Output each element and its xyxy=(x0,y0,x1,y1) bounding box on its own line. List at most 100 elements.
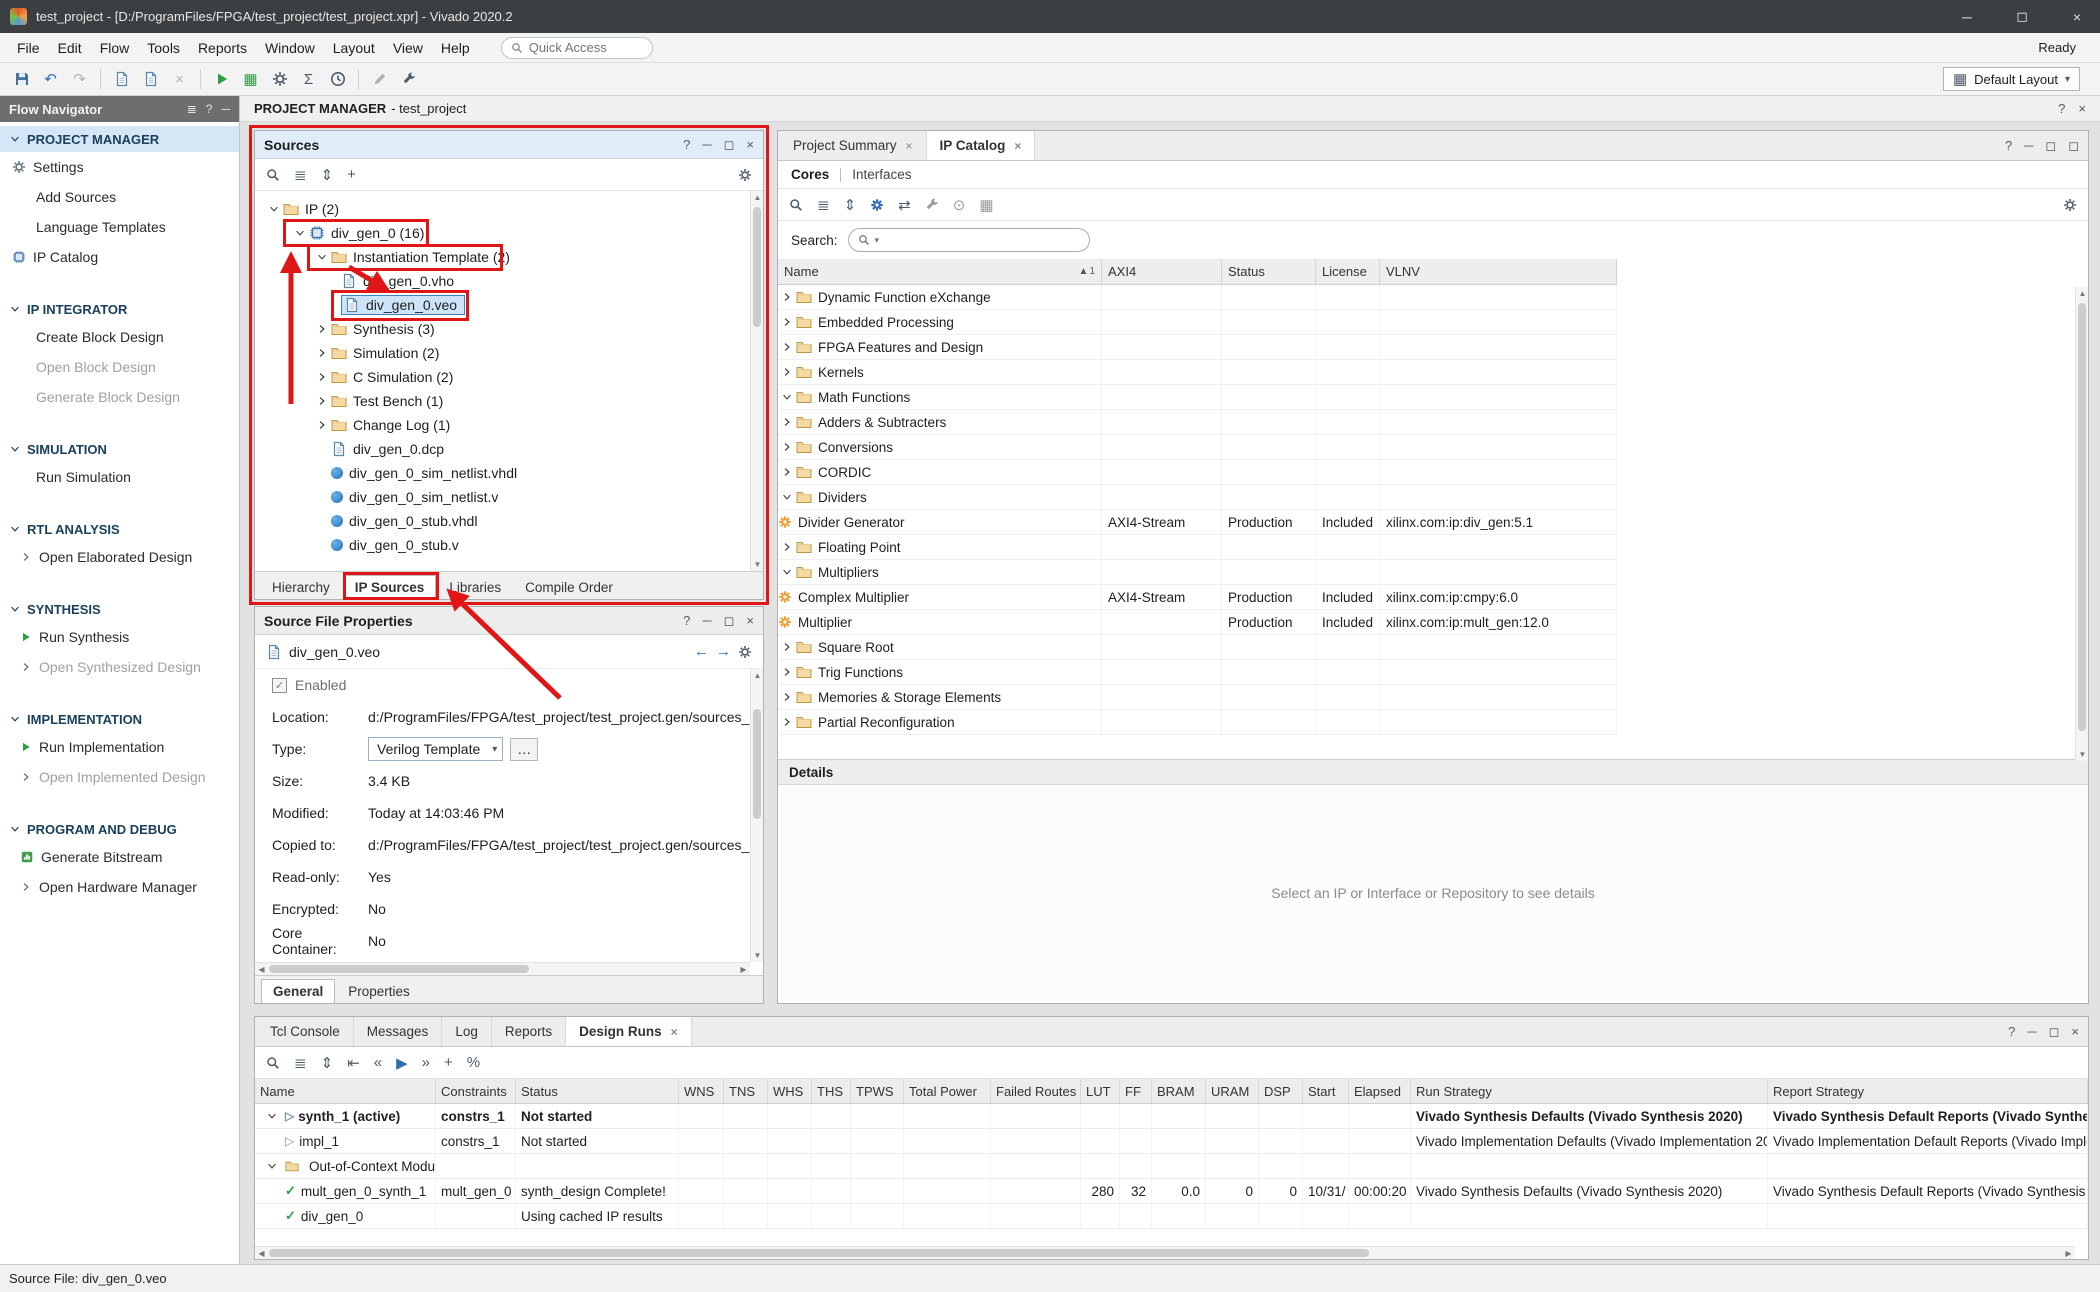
subtab-interfaces[interactable]: Interfaces xyxy=(852,167,911,182)
catalog-row-fpga-features[interactable]: FPGA Features and Design xyxy=(778,335,1617,360)
settings-button[interactable] xyxy=(266,66,293,92)
column-header[interactable]: Failed Routes xyxy=(991,1079,1081,1103)
sources-panel-header[interactable]: Sources ? ─ ◻ × xyxy=(255,131,763,159)
back-button[interactable]: ← xyxy=(694,643,709,660)
tree-row-stub-vhdl[interactable]: div_gen_0_stub.vhdl xyxy=(255,509,763,533)
column-header-name[interactable]: Name▲1 xyxy=(778,259,1102,284)
enabled-checkbox[interactable]: ✓ xyxy=(272,678,287,693)
scroll-down-icon[interactable]: ▼ xyxy=(751,558,764,571)
column-header[interactable]: Report Strategy xyxy=(1768,1079,2088,1103)
help-icon[interactable]: ? xyxy=(2005,138,2012,154)
column-header-vlnv[interactable]: VLNV xyxy=(1380,259,1617,284)
expand-all-button[interactable]: ⇕ xyxy=(321,166,334,184)
catalog-vertical-scrollbar[interactable]: ▲ ▼ xyxy=(2075,287,2088,761)
tab-messages[interactable]: Messages xyxy=(354,1017,443,1046)
column-header[interactable]: LUT xyxy=(1081,1079,1120,1103)
search-button[interactable] xyxy=(266,168,280,182)
runs-horizontal-scrollbar[interactable]: ◀ ▶ xyxy=(255,1246,2075,1259)
sort-indicator[interactable]: ▲1 xyxy=(1079,266,1095,277)
tree-row-change-log[interactable]: Change Log (1) xyxy=(255,413,763,437)
paste-button[interactable] xyxy=(137,66,164,92)
tree-row-simulation[interactable]: Simulation (2) xyxy=(255,341,763,365)
settings-button[interactable] xyxy=(2063,198,2077,212)
properties-panel-header[interactable]: Source File Properties ? ─ ◻ × xyxy=(255,607,763,635)
column-header[interactable]: Total Power xyxy=(904,1079,991,1103)
create-run-button[interactable]: + xyxy=(444,1054,453,1071)
sidebar-item-open-hardware-manager[interactable]: Open Hardware Manager xyxy=(0,872,239,902)
tree-row-veo-selected[interactable]: div_gen_0.veo xyxy=(255,293,763,317)
step-forward-button[interactable]: » xyxy=(422,1054,430,1071)
undo-button[interactable]: ↶ xyxy=(37,66,64,92)
tab-tcl-console[interactable]: Tcl Console xyxy=(257,1017,354,1046)
sidebar-item-language-templates[interactable]: Language Templates xyxy=(0,212,239,242)
copy-button[interactable] xyxy=(108,66,135,92)
sidebar-item-open-elaborated-design[interactable]: Open Elaborated Design xyxy=(0,542,239,572)
sidebar-item-run-implementation[interactable]: Run Implementation xyxy=(0,732,239,762)
menu-reports[interactable]: Reports xyxy=(189,35,256,61)
close-icon[interactable]: × xyxy=(906,139,913,153)
sum-button[interactable]: Σ xyxy=(295,66,322,92)
tree-row-vho[interactable]: div_gen_0.vho xyxy=(255,269,763,293)
menu-flow[interactable]: Flow xyxy=(91,35,139,61)
collapse-all-button[interactable]: ≣ xyxy=(294,166,307,184)
add-sources-button[interactable]: + xyxy=(347,166,356,183)
column-header[interactable]: DSP xyxy=(1259,1079,1303,1103)
scroll-up-icon[interactable]: ▲ xyxy=(751,669,764,682)
help-icon[interactable]: ? xyxy=(206,102,213,116)
run-row-mult-gen-0-synth-1[interactable]: ✓mult_gen_0_synth_1 mult_gen_0 synth_des… xyxy=(255,1179,2088,1204)
column-header[interactable]: Elapsed xyxy=(1349,1079,1411,1103)
sidebar-item-open-block-design[interactable]: Open Block Design xyxy=(0,352,239,382)
catalog-row-dividers[interactable]: Dividers xyxy=(778,485,1617,510)
type-combobox[interactable]: Verilog Template ▾ xyxy=(368,737,503,761)
catalog-row-cordic[interactable]: CORDIC xyxy=(778,460,1617,485)
tab-general[interactable]: General xyxy=(261,979,335,1003)
column-header[interactable]: Status xyxy=(516,1079,679,1103)
percent-button[interactable]: % xyxy=(467,1054,480,1071)
close-icon[interactable]: × xyxy=(1014,139,1021,153)
run-row-div-gen-0[interactable]: ✓div_gen_0 Using cached IP results xyxy=(255,1204,2088,1229)
help-icon[interactable]: ? xyxy=(2008,1024,2015,1040)
close-icon[interactable]: × xyxy=(2071,1024,2079,1040)
chevron-down-icon[interactable] xyxy=(263,1110,281,1122)
run-row-impl-1[interactable]: ▷impl_1 constrs_1 Not started Vivado Imp… xyxy=(255,1129,2088,1154)
catalog-row-kernels[interactable]: Kernels xyxy=(778,360,1617,385)
minimize-icon[interactable]: ─ xyxy=(2024,138,2033,154)
nav-header-ip-integrator[interactable]: IP INTEGRATOR xyxy=(0,296,239,322)
tree-row-dcp[interactable]: div_gen_0.dcp xyxy=(255,437,763,461)
help-icon[interactable]: ? xyxy=(683,613,690,629)
chevron-right-icon[interactable] xyxy=(778,716,796,728)
close-icon[interactable]: × xyxy=(746,613,754,629)
sources-vertical-scrollbar[interactable]: ▲ ▼ xyxy=(750,191,763,571)
properties-vertical-scrollbar[interactable]: ▲ ▼ xyxy=(750,669,763,962)
window-maximize-button[interactable]: ◻ xyxy=(1999,0,2045,33)
sidebar-item-run-synthesis[interactable]: Run Synthesis xyxy=(0,622,239,652)
catalog-search-input[interactable]: ▾ xyxy=(848,228,1090,252)
catalog-row-dynamic-function-exchange[interactable]: Dynamic Function eXchange xyxy=(778,285,1617,310)
tree-row-test-bench[interactable]: Test Bench (1) xyxy=(255,389,763,413)
scroll-left-icon[interactable]: ◀ xyxy=(255,1247,268,1260)
column-header-status[interactable]: Status xyxy=(1222,259,1316,284)
menu-layout[interactable]: Layout xyxy=(324,35,384,61)
scrollbar-thumb[interactable] xyxy=(269,965,529,973)
column-header[interactable]: Name xyxy=(255,1079,436,1103)
minimize-icon[interactable]: ─ xyxy=(221,102,230,116)
column-header-license[interactable]: License xyxy=(1316,259,1380,284)
quick-access-search[interactable] xyxy=(501,37,653,59)
collapse-all-button[interactable]: ≣ xyxy=(817,196,830,214)
tree-row-sim-netlist-v[interactable]: div_gen_0_sim_netlist.v xyxy=(255,485,763,509)
column-header[interactable]: WHS xyxy=(768,1079,812,1103)
sidebar-item-generate-block-design[interactable]: Generate Block Design xyxy=(0,382,239,412)
catalog-row-complex-multiplier[interactable]: Complex MultiplierAXI4-StreamProductionI… xyxy=(778,585,1617,610)
layout-selector[interactable]: ▦ Default Layout ▾ xyxy=(1943,67,2080,91)
compare-button[interactable]: ⇄ xyxy=(898,196,911,214)
redo-button[interactable]: ↷ xyxy=(66,66,93,92)
tab-ip-sources[interactable]: IP Sources xyxy=(343,575,437,599)
catalog-row-conversions[interactable]: Conversions xyxy=(778,435,1617,460)
chevron-down-icon[interactable] xyxy=(778,566,796,578)
tree-row-c-simulation[interactable]: C Simulation (2) xyxy=(255,365,763,389)
chevron-right-icon[interactable] xyxy=(778,366,796,378)
chevron-right-icon[interactable] xyxy=(778,666,796,678)
nav-header-implementation[interactable]: IMPLEMENTATION xyxy=(0,706,239,732)
minimize-icon[interactable]: ─ xyxy=(702,613,711,629)
chevron-right-icon[interactable] xyxy=(778,691,796,703)
